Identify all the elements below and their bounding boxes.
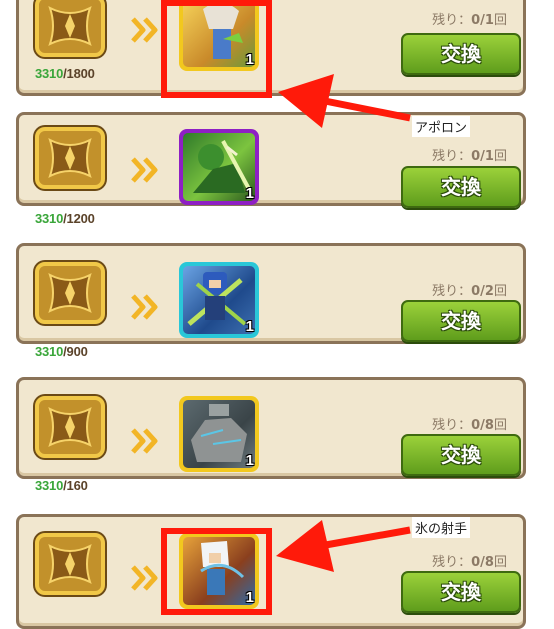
reward-card-4: 3310/160 1 残り：0/8回 交換 (16, 377, 526, 493)
reward-item-slot[interactable]: 1 (179, 396, 259, 472)
hero-portrait-icon (183, 133, 255, 201)
reward-card-1: 3310/1800 1 残り：0/1回 交換 (16, 0, 526, 96)
stone-golem-icon (183, 400, 255, 468)
hero-portrait-icon (183, 266, 255, 334)
score-text: 3310/900 (35, 344, 88, 359)
chevron-right-icon (131, 17, 158, 43)
annotation-label-apollo: アポロン (412, 116, 471, 137)
annotation-label-ice-archer: 氷の射手 (412, 517, 471, 538)
remaining-count: 残り：0/1回 (432, 13, 507, 28)
chevron-right-icon (131, 428, 158, 454)
chevron-right-icon (131, 157, 158, 183)
exchange-button[interactable]: 交換 (401, 571, 521, 613)
chevron-right-icon (131, 565, 158, 591)
hero-portrait-icon (183, 0, 255, 67)
remaining-count: 残り：0/2回 (432, 284, 507, 299)
item-quantity: 1 (245, 51, 254, 68)
remaining-count: 残り：0/8回 (432, 555, 507, 570)
item-quantity: 1 (245, 185, 254, 202)
item-quantity: 1 (245, 589, 254, 606)
currency-emblem-icon (35, 533, 105, 595)
reward-item-slot[interactable]: 1 (179, 129, 259, 205)
exchange-button[interactable]: 交換 (401, 300, 521, 342)
exchange-button[interactable]: 交換 (401, 33, 521, 75)
score-text: 3310/1200 (35, 211, 95, 226)
currency-emblem-icon (35, 262, 105, 324)
item-quantity: 1 (245, 452, 254, 469)
score-text: 3310/160 (35, 478, 88, 493)
exchange-button[interactable]: 交換 (401, 434, 521, 476)
reward-item-slot[interactable]: 1 (179, 533, 259, 609)
item-quantity: 1 (245, 318, 254, 335)
reward-item-slot[interactable]: 1 (179, 0, 259, 71)
currency-emblem-icon (35, 396, 105, 458)
hero-portrait-icon (183, 537, 255, 605)
chevron-right-icon (131, 294, 158, 320)
remaining-count: 残り：0/1回 (432, 149, 507, 164)
exchange-button[interactable]: 交換 (401, 166, 521, 208)
remaining-count: 残り：0/8回 (432, 418, 507, 433)
currency-emblem-icon (35, 127, 105, 189)
reward-card-3: 3310/900 1 残り：0/2回 交換 (16, 243, 526, 359)
reward-item-slot[interactable]: 1 (179, 262, 259, 338)
score-text: 3310/1800 (35, 66, 95, 81)
currency-emblem-icon (35, 0, 105, 57)
